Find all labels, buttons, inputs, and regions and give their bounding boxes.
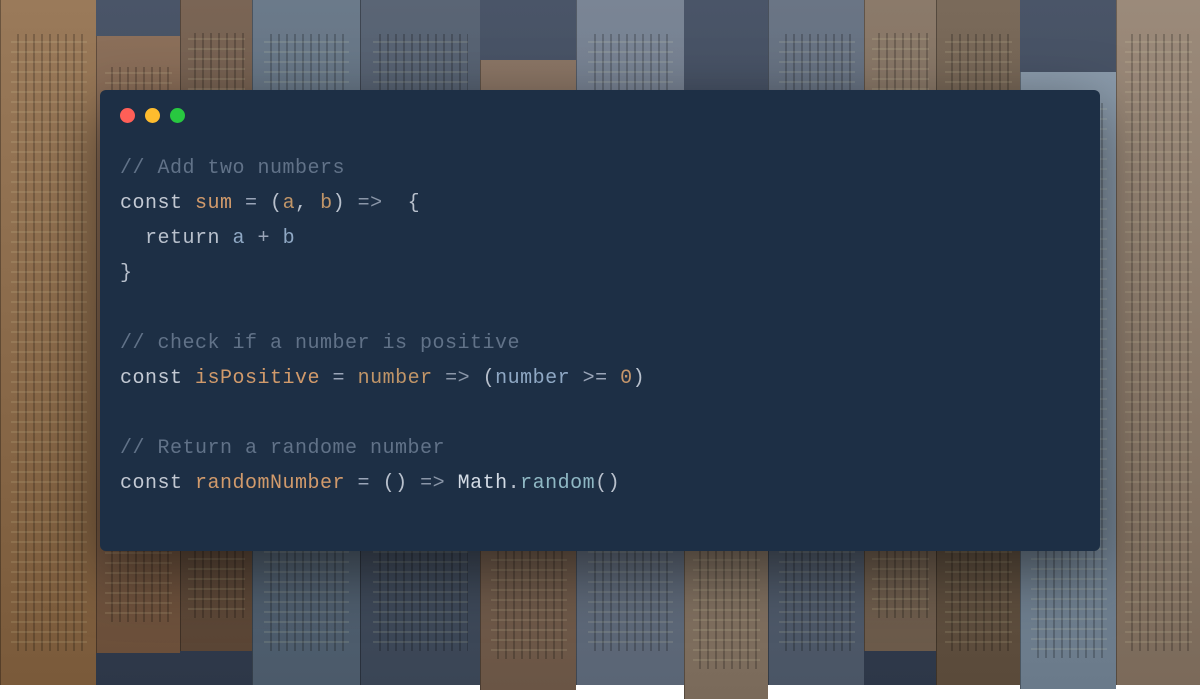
code-token-param: b [320, 192, 333, 215]
code-token-punct: () [383, 472, 421, 495]
code-line: return a + b [120, 221, 1076, 256]
code-line [120, 291, 1076, 326]
code-token-keyword: const [120, 472, 195, 495]
code-token-arrow: => [420, 472, 445, 495]
code-token-param: a [283, 192, 296, 215]
code-token-punct: { [383, 192, 421, 215]
code-token-object: Math [445, 472, 508, 495]
code-token-keyword: const [120, 367, 195, 390]
code-comment: // Return a randome number [120, 437, 445, 460]
code-line: // Add two numbers [120, 151, 1076, 186]
code-token-number: 0 [620, 367, 633, 390]
code-token-punct: . [508, 472, 521, 495]
code-line: const sum = (a, b) => { [120, 186, 1076, 221]
code-token-keyword: const [120, 192, 195, 215]
code-token-punct: ) [333, 192, 358, 215]
code-token-variable: a [233, 227, 246, 250]
code-line: // Return a randome number [120, 431, 1076, 466]
code-line [120, 396, 1076, 431]
code-editor-window: // Add two numbers const sum = (a, b) => … [100, 90, 1100, 551]
code-token-punct: , [295, 192, 320, 215]
code-token-param: number [358, 367, 433, 390]
code-token-punct: ( [483, 367, 496, 390]
code-token-arrow: => [433, 367, 483, 390]
code-token-operator: = [233, 192, 271, 215]
window-controls [100, 90, 1100, 133]
code-token-variable: b [283, 227, 296, 250]
code-token-method: random [520, 472, 595, 495]
code-token-operator: = [320, 367, 358, 390]
code-token-operator: >= [570, 367, 620, 390]
code-line: // check if a number is positive [120, 326, 1076, 361]
minimize-button[interactable] [145, 108, 160, 123]
code-token-punct: () [595, 472, 620, 495]
code-line: } [120, 256, 1076, 291]
code-token-punct: ) [633, 367, 646, 390]
code-token-function: randomNumber [195, 472, 345, 495]
code-comment: // Add two numbers [120, 157, 345, 180]
code-comment: // check if a number is positive [120, 332, 520, 355]
code-token-function: sum [195, 192, 233, 215]
code-token-punct: ( [270, 192, 283, 215]
code-token-return: return [120, 227, 233, 250]
close-button[interactable] [120, 108, 135, 123]
code-line: const isPositive = number => (number >= … [120, 361, 1076, 396]
maximize-button[interactable] [170, 108, 185, 123]
code-token-function: isPositive [195, 367, 320, 390]
code-content[interactable]: // Add two numbers const sum = (a, b) => … [100, 133, 1100, 501]
code-token-operator: = [345, 472, 383, 495]
code-token-operator: + [245, 227, 283, 250]
code-line: const randomNumber = () => Math.random() [120, 466, 1076, 501]
code-token-punct: } [120, 262, 133, 285]
code-token-variable: number [495, 367, 570, 390]
code-token-arrow: => [358, 192, 383, 215]
